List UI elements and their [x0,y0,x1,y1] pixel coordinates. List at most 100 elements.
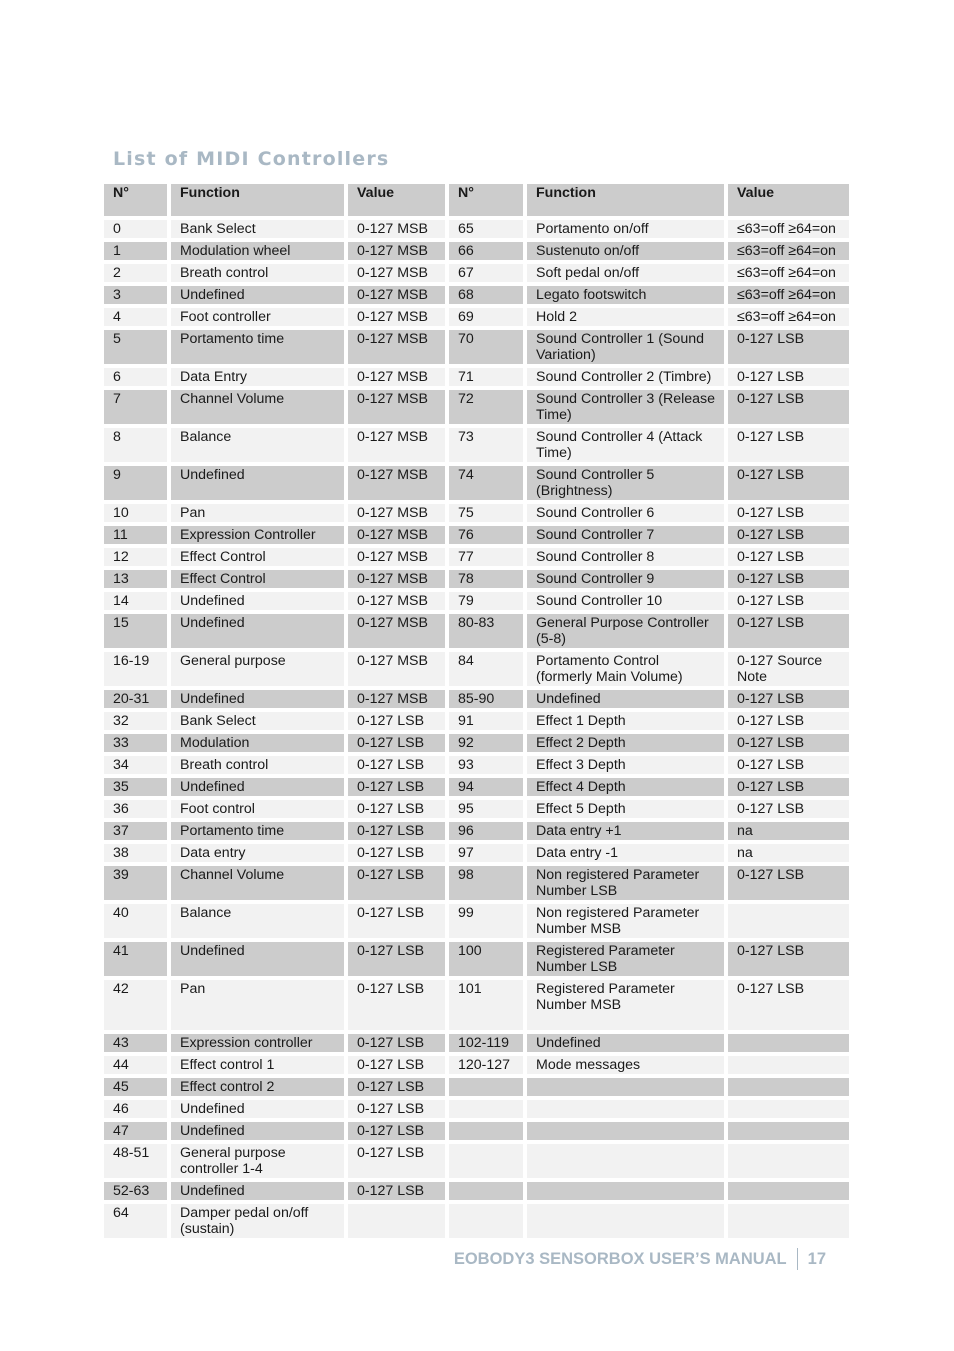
cell-function-left: Data entry [171,844,344,862]
cell-value-left: 0-127 LSB [348,1078,445,1096]
cell-value-left: 0-127 LSB [348,822,445,840]
cell-value-right [728,1182,849,1200]
cell-function-left: Undefined [171,286,344,304]
cell-value-right: ≤63=off ≥64=on [728,286,849,304]
cell-function-left: Undefined [171,614,344,648]
table-row: 2 Breath control 0-127 MSB 67 Soft pedal on/… [104,264,849,282]
table-row: 15 Undefined 0-127 MSB 80-83 General Purpose… [104,614,849,648]
cell-number-right: 65 [449,220,523,238]
table-row: 41 Undefined 0-127 LSB 100 Registered Parame… [104,942,849,976]
cell-number-right: 97 [449,844,523,862]
cell-number-left: 8 [104,428,167,462]
cell-function-left: Foot controller [171,308,344,326]
cell-value-right: 0-127 LSB [728,614,849,648]
cell-value-left: 0-127 LSB [348,1056,445,1074]
cell-function-right: Registered Parameter Number MSB [527,980,724,1030]
cell-function-right: Soft pedal on/off [527,264,724,282]
cell-function-left: General purpose controller 1-4 [171,1144,344,1178]
cell-value-left: 0-127 LSB [348,756,445,774]
cell-function-left: Effect control 1 [171,1056,344,1074]
cell-value-right: 0-127 LSB [728,330,849,364]
table-row: 47 Undefined 0-127 LSB [104,1122,849,1140]
cell-function-right: Sound Controller 7 [527,526,724,544]
cell-value-left: 0-127 MSB [348,428,445,462]
cell-function-left: Expression controller [171,1034,344,1052]
cell-value-left: 0-127 LSB [348,866,445,900]
cell-value-left: 0-127 LSB [348,980,445,1030]
cell-number-right [449,1122,523,1140]
footer-divider [796,1248,798,1270]
cell-number-left: 45 [104,1078,167,1096]
cell-number-right: 77 [449,548,523,566]
cell-function-right: Sound Controller 9 [527,570,724,588]
cell-number-right: 98 [449,866,523,900]
cell-number-left: 40 [104,904,167,938]
cell-function-right: Sustenuto on/off [527,242,724,260]
cell-value-right: 0-127 LSB [728,734,849,752]
cell-function-right [527,1122,724,1140]
cell-value-right [728,1144,849,1178]
cell-function-left: Damper pedal on/off (sustain) [171,1204,344,1238]
table-row: 45 Effect control 2 0-127 LSB [104,1078,849,1096]
cell-value-left: 0-127 MSB [348,286,445,304]
cell-function-right: Effect 2 Depth [527,734,724,752]
cell-number-right: 69 [449,308,523,326]
cell-number-right: 67 [449,264,523,282]
cell-number-right [449,1144,523,1178]
cell-function-left: Pan [171,504,344,522]
cell-function-right: Sound Controller 4 (Attack Time) [527,428,724,462]
cell-value-left: 0-127 LSB [348,1034,445,1052]
header-value-right: Value [728,184,849,216]
cell-function-right: Undefined [527,1034,724,1052]
cell-value-right: 0-127 LSB [728,712,849,730]
cell-function-left: Balance [171,428,344,462]
cell-function-right: Registered Parameter Number LSB [527,942,724,976]
cell-number-right: 66 [449,242,523,260]
cell-function-right [527,1100,724,1118]
cell-value-left: 0-127 MSB [348,548,445,566]
header-value-left: Value [348,184,445,216]
cell-number-left: 42 [104,980,167,1030]
table-row: 3 Undefined 0-127 MSB 68 Legato footswitch ≤6… [104,286,849,304]
cell-function-left: Breath control [171,264,344,282]
cell-number-left: 2 [104,264,167,282]
cell-function-left: Bank Select [171,712,344,730]
table-row: 35 Undefined 0-127 LSB 94 Effect 4 Depth 0-12… [104,778,849,796]
cell-value-left: 0-127 MSB [348,466,445,500]
cell-number-right: 100 [449,942,523,976]
cell-value-left: 0-127 LSB [348,1144,445,1178]
cell-value-right [728,1078,849,1096]
cell-value-right [728,1204,849,1238]
cell-value-left: 0-127 MSB [348,690,445,708]
cell-value-right: 0-127 LSB [728,690,849,708]
cell-value-right [728,1100,849,1118]
cell-number-left: 48-51 [104,1144,167,1178]
cell-function-left: General purpose [171,652,344,686]
cell-function-left: Portamento time [171,330,344,364]
cell-value-left [348,1204,445,1238]
cell-function-right: Portamento Control (formerly Main Volume… [527,652,724,686]
cell-function-right: Sound Controller 8 [527,548,724,566]
cell-function-left: Undefined [171,466,344,500]
cell-function-right: Data entry +1 [527,822,724,840]
cell-number-left: 37 [104,822,167,840]
cell-number-left: 1 [104,242,167,260]
table-row: 12 Effect Control 0-127 MSB 77 Sound Control… [104,548,849,566]
table-row: 34 Breath control 0-127 LSB 93 Effect 3 Dept… [104,756,849,774]
table-row: 10 Pan 0-127 MSB 75 Sound Controller 6 0-127 … [104,504,849,522]
table-row: 9 Undefined 0-127 MSB 74 Sound Controller 5 … [104,466,849,500]
cell-function-left: Bank Select [171,220,344,238]
cell-number-right [449,1204,523,1238]
cell-value-left: 0-127 MSB [348,330,445,364]
cell-value-right: 0-127 LSB [728,800,849,818]
cell-number-left: 16-19 [104,652,167,686]
cell-number-right: 93 [449,756,523,774]
cell-function-right: Sound Controller 5 (Brightness) [527,466,724,500]
cell-value-left: 0-127 MSB [348,570,445,588]
cell-number-left: 14 [104,592,167,610]
cell-value-right: 0-127 Source Note [728,652,849,686]
table-row: 32 Bank Select 0-127 LSB 91 Effect 1 Depth 0-… [104,712,849,730]
cell-function-left: Portamento time [171,822,344,840]
table-row: 43 Expression controller 0-127 LSB 102-119 U… [104,1034,849,1052]
cell-number-right: 80-83 [449,614,523,648]
